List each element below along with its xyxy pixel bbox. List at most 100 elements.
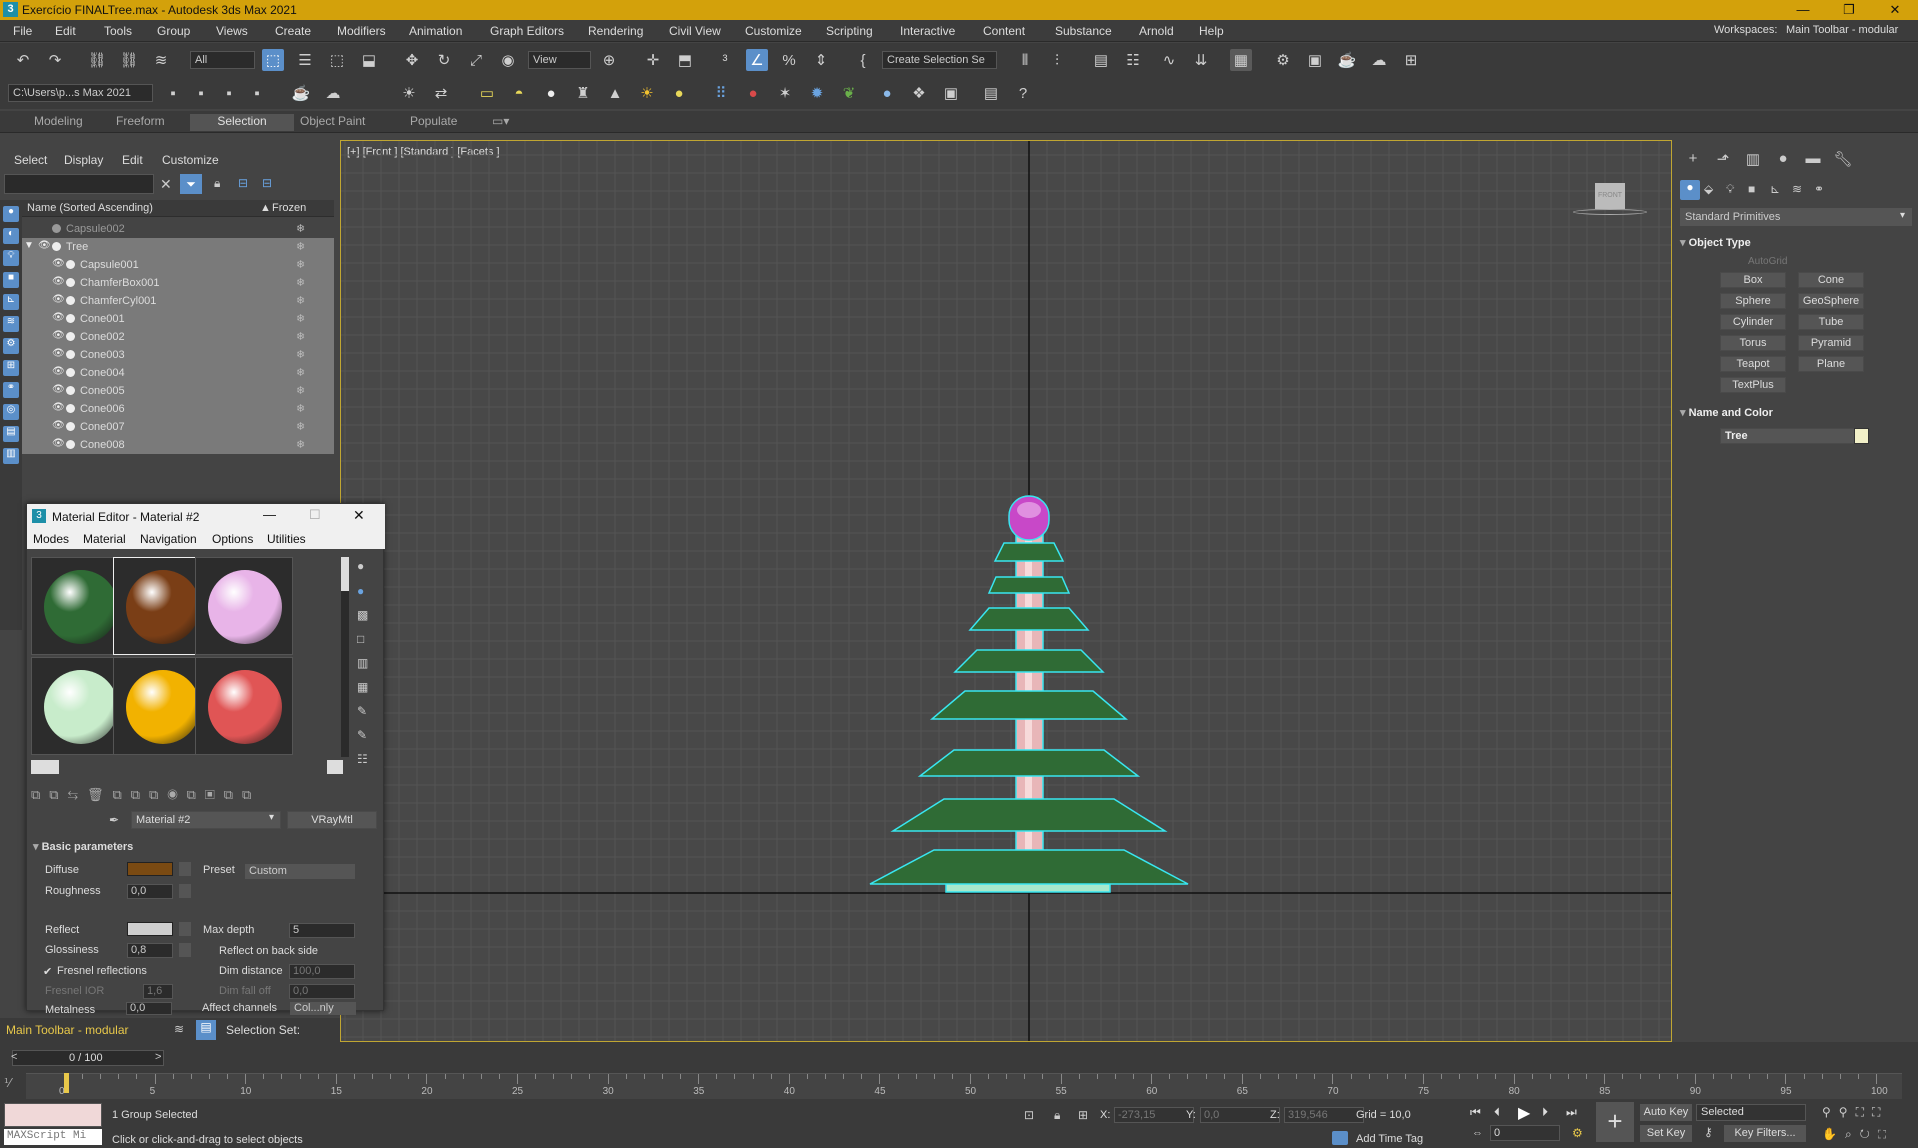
freeze-icon[interactable]: ❄ [296, 348, 305, 361]
reflect-color-swatch[interactable] [127, 922, 173, 936]
viewport-canvas[interactable] [341, 141, 1672, 1042]
metalness-spinner[interactable]: 0,0 [126, 1002, 172, 1015]
visibility-eye-icon[interactable]: 👁︎ [52, 294, 65, 305]
time-config-icon[interactable]: ⚙ [1572, 1126, 1583, 1140]
close-icon[interactable]: ✕ [353, 507, 365, 524]
visibility-eye-icon[interactable]: 👁︎ [52, 348, 65, 359]
spinner-snap-icon[interactable]: ⇕ [810, 49, 832, 71]
cone-button[interactable]: Cone [1798, 272, 1864, 288]
sphere-button[interactable]: Sphere [1720, 293, 1786, 309]
affect-channels-dropdown[interactable]: Col...nly [290, 1002, 356, 1015]
scene-row[interactable]: 👁︎ ChamferCyl001 ❄ [22, 292, 334, 310]
scene-row[interactable]: 👁︎ Cone001 ❄ [22, 310, 334, 328]
mat-menu-utilities[interactable]: Utilities [267, 532, 306, 546]
geosphere-button[interactable]: GeoSphere [1798, 293, 1864, 309]
menu-interactive[interactable]: Interactive [900, 24, 955, 38]
systems-icon[interactable]: ⚭ [1814, 182, 1824, 196]
explorer-filter-icon[interactable]: ⊞ [3, 360, 19, 376]
scene-row[interactable]: ▼ 👁︎ Tree ❄ [22, 238, 334, 256]
scene-search-input[interactable] [4, 174, 154, 194]
scene-menu-select[interactable]: Select [14, 153, 47, 167]
visibility-eye-icon[interactable]: 👁︎ [52, 384, 65, 395]
plane-button[interactable]: Plane [1798, 356, 1864, 372]
render-dot-icon[interactable] [66, 332, 75, 341]
explorer-filter-icon[interactable]: ■ [3, 272, 19, 288]
render-frame-icon[interactable]: ⊞ [1400, 49, 1422, 71]
key-icon[interactable]: ⚷ [1704, 1125, 1713, 1139]
key-filter-dropdown[interactable]: Selected [1696, 1104, 1806, 1121]
motion-tab-icon[interactable]: ● [1770, 150, 1796, 172]
freeze-icon[interactable]: ❄ [296, 258, 305, 271]
lights-icon[interactable]: 💡︎ [1726, 182, 1734, 197]
menu-scripting[interactable]: Scripting [826, 24, 873, 38]
torus-button[interactable]: Torus [1720, 335, 1786, 351]
freeze-icon[interactable]: ❄ [296, 294, 305, 307]
selection-set-label[interactable]: Selection Set: [226, 1023, 300, 1037]
absolute-mode-icon[interactable]: ⊞ [1078, 1108, 1088, 1122]
container-update-icon[interactable]: ▪ [218, 82, 240, 104]
shapes-icon[interactable]: ⬙ [1704, 182, 1713, 196]
ambient-light-icon[interactable]: ● [668, 82, 690, 104]
utilities-tab-icon[interactable]: 🔧︎ [1830, 150, 1856, 172]
uv-tiling-icon[interactable]: □ [357, 632, 364, 646]
vfb-icon[interactable]: ▣ [940, 82, 962, 104]
space-warps-icon[interactable]: ≋ [1792, 182, 1802, 196]
light-lister-icon[interactable]: ☀ [398, 82, 420, 104]
cameras-icon[interactable]: ■ [1748, 182, 1755, 196]
view-cube-ring[interactable] [1573, 209, 1647, 215]
keyboard-shortcut-icon[interactable]: ⬒ [674, 49, 696, 71]
spot-light-icon[interactable]: ▲ [604, 82, 626, 104]
object-color-swatch[interactable] [1854, 428, 1869, 444]
fresnel-reflections-checkbox[interactable]: Fresnel reflections [57, 965, 147, 977]
reflect-map-button[interactable] [179, 922, 191, 936]
explorer-filter-icon[interactable]: ▤ [3, 426, 19, 442]
visibility-eye-icon[interactable]: 👁︎ [52, 312, 65, 323]
scene-row[interactable]: 👁︎ Cone002 ❄ [22, 328, 334, 346]
freeze-icon[interactable]: ❄ [296, 330, 305, 343]
render-dot-icon[interactable] [66, 296, 75, 305]
menu-animation[interactable]: Animation [409, 24, 462, 38]
window-crossing-icon[interactable]: ⬓ [358, 49, 380, 71]
scene-converter-icon[interactable]: ⇄ [430, 82, 452, 104]
freeze-icon[interactable]: ❄ [296, 222, 305, 235]
menu-graph-editors[interactable]: Graph Editors [490, 24, 564, 38]
scale-icon[interactable]: ⤢ [465, 49, 487, 71]
freeze-icon[interactable]: ❄ [296, 312, 305, 325]
hierarchy-icon[interactable]: ⊟ [238, 176, 248, 190]
menu-modifiers[interactable]: Modifiers [337, 24, 386, 38]
clear-search-icon[interactable]: ✕ [160, 176, 172, 193]
edit-named-selection-icon[interactable]: { [852, 49, 874, 71]
object-name-input[interactable]: Tree [1720, 428, 1860, 444]
diffuse-map-button[interactable] [179, 862, 191, 876]
render-setup-icon[interactable]: ⚙ [1272, 49, 1294, 71]
material-slot[interactable] [195, 557, 293, 655]
menu-civil-view[interactable]: Civil View [669, 24, 721, 38]
glossiness-spinner[interactable]: 0,8 [127, 943, 173, 958]
background-icon[interactable]: ▩ [357, 608, 368, 622]
render-in-cloud-icon[interactable]: ☁ [1368, 49, 1390, 71]
selection-lock-icon[interactable]: 🔒︎ [1054, 1108, 1060, 1123]
select-object-icon[interactable]: ⬚ [262, 49, 284, 71]
filter-icon[interactable]: ⏷ [180, 174, 202, 194]
render-dot-icon[interactable] [66, 368, 75, 377]
layer-explorer-icon[interactable]: ▤ [1090, 49, 1112, 71]
toggle-ribbon-icon[interactable]: ☷ [1122, 49, 1144, 71]
visibility-eye-icon[interactable]: 👁︎ [38, 240, 51, 251]
pivot-center-icon[interactable]: ⊕ [598, 49, 620, 71]
render-dot-icon[interactable] [66, 404, 75, 413]
y-coordinate-field[interactable]: 0,0 [1200, 1107, 1280, 1123]
freeze-icon[interactable]: ❄ [296, 384, 305, 397]
add-time-tag-button[interactable]: Add Time Tag [1356, 1133, 1423, 1145]
time-prev-icon[interactable]: < [11, 1051, 17, 1063]
scene-menu-customize[interactable]: Customize [162, 153, 219, 167]
menu-edit[interactable]: Edit [55, 24, 76, 38]
scene-menu-edit[interactable]: Edit [122, 153, 143, 167]
schematic-view-icon[interactable]: ⇊ [1190, 49, 1212, 71]
help-icon[interactable]: ? [1012, 82, 1034, 104]
tab-selection[interactable]: Selection [190, 114, 294, 131]
material-editor-titlebar[interactable]: 3 Material Editor - Material #2 — ☐ ✕ [27, 504, 385, 529]
column-frozen[interactable]: Frozen [272, 202, 306, 214]
project-folder-dropdown[interactable]: C:\Users\p...s Max 2021 [8, 84, 153, 102]
go-to-start-icon[interactable]: ⏮ [1470, 1105, 1481, 1120]
box-button[interactable]: Box [1720, 272, 1786, 288]
